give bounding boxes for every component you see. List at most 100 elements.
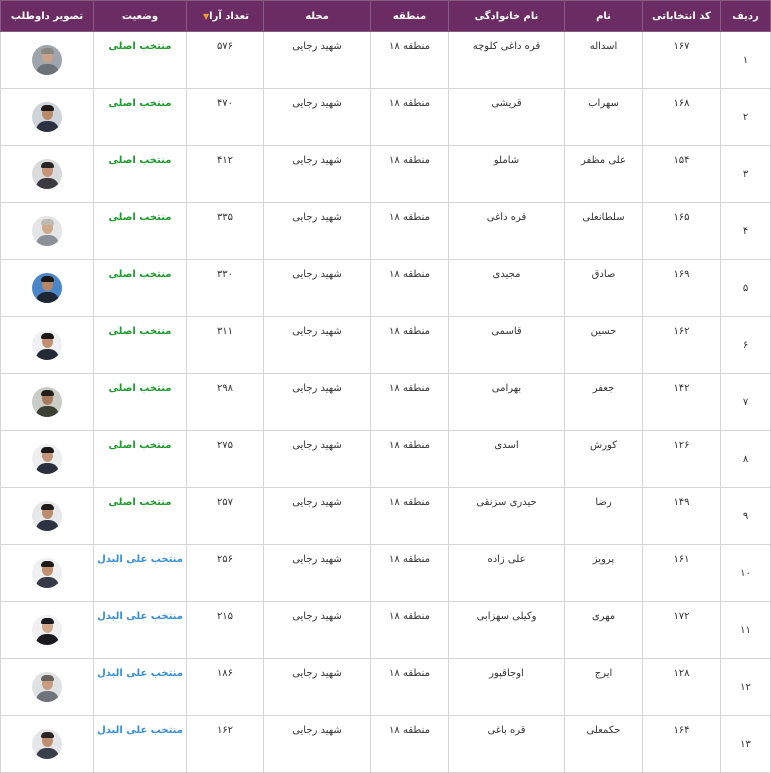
cell-neighborhood: شهید رجایی: [263, 88, 371, 146]
cell-district: منطقه ۱۸: [370, 601, 449, 659]
cell-neighborhood: شهید رجایی: [263, 430, 371, 488]
cell-photo: [0, 316, 94, 374]
header-row-number[interactable]: ردیف: [720, 0, 771, 32]
cell-first-name: سهراب: [564, 88, 643, 146]
cell-first-name: جعفر: [564, 373, 643, 431]
candidate-photo-icon[interactable]: [32, 615, 62, 645]
cell-first-name: ایرج: [564, 658, 643, 716]
cell-photo: [0, 145, 94, 203]
table-row: ۲ ۱۶۸ سهراب قریشی منطقه ۱۸ شهید رجایی ۴۷۰ منتخب…: [0, 88, 771, 146]
cell-code: ۱۶۸: [642, 88, 721, 146]
cell-last-name: اسدی: [448, 430, 565, 488]
cell-code: ۱۶۹: [642, 259, 721, 317]
cell-neighborhood: شهید رجایی: [263, 31, 371, 89]
header-district[interactable]: منطقه: [370, 0, 449, 32]
table-row: ۱۳ ۱۶۴ حکمعلی قره باغی منطقه ۱۸ شهید رجایی ۱۶۲…: [0, 715, 771, 773]
cell-first-name: کورش: [564, 430, 643, 488]
cell-row-number: ۱۳: [720, 715, 771, 773]
cell-photo: [0, 430, 94, 488]
cell-status: منتخب اصلی: [93, 430, 187, 488]
cell-code: ۱۶۱: [642, 544, 721, 602]
cell-status: منتخب اصلی: [93, 373, 187, 431]
cell-district: منطقه ۱۸: [370, 88, 449, 146]
candidate-photo-icon[interactable]: [32, 102, 62, 132]
cell-first-name: رضا: [564, 487, 643, 545]
cell-district: منطقه ۱۸: [370, 259, 449, 317]
cell-row-number: ۵: [720, 259, 771, 317]
cell-code: ۱۴۲: [642, 373, 721, 431]
cell-district: منطقه ۱۸: [370, 658, 449, 716]
cell-first-name: اسداله: [564, 31, 643, 89]
header-last-name[interactable]: نام خانوادگی: [448, 0, 565, 32]
header-votes[interactable]: تعداد آرا▼: [186, 0, 264, 32]
cell-photo: [0, 601, 94, 659]
table-row: ۱۰ ۱۶۱ پرویز علی زاده منطقه ۱۸ شهید رجایی ۲۵۶ م…: [0, 544, 771, 602]
cell-first-name: حکمعلی: [564, 715, 643, 773]
cell-first-name: علی مظفر: [564, 145, 643, 203]
cell-district: منطقه ۱۸: [370, 715, 449, 773]
cell-votes: ۲۵۷: [186, 487, 264, 545]
cell-last-name: اوجاقپور: [448, 658, 565, 716]
cell-photo: [0, 715, 94, 773]
cell-last-name: قره داغی کلوچه: [448, 31, 565, 89]
cell-neighborhood: شهید رجایی: [263, 601, 371, 659]
cell-votes: ۱۸۶: [186, 658, 264, 716]
cell-votes: ۲۱۵: [186, 601, 264, 659]
cell-neighborhood: شهید رجایی: [263, 259, 371, 317]
candidate-photo-icon[interactable]: [32, 159, 62, 189]
table-row: ۶ ۱۶۲ حسین قاسمی منطقه ۱۸ شهید رجایی ۳۱۱ منتخب …: [0, 316, 771, 374]
cell-row-number: ۱: [720, 31, 771, 89]
candidate-photo-icon[interactable]: [32, 330, 62, 360]
table-row: ۱۲ ۱۲۸ ایرج اوجاقپور منطقه ۱۸ شهید رجایی ۱۸۶ من…: [0, 658, 771, 716]
cell-first-name: صادق: [564, 259, 643, 317]
table-row: ۹ ۱۴۹ رضا حیدری سزنقی منطقه ۱۸ شهید رجایی ۲۵۷ م…: [0, 487, 771, 545]
header-code[interactable]: کد انتخاباتی: [642, 0, 721, 32]
cell-row-number: ۱۰: [720, 544, 771, 602]
cell-district: منطقه ۱۸: [370, 373, 449, 431]
cell-code: ۱۴۹: [642, 487, 721, 545]
table-row: ۱۱ ۱۷۲ مهری وکیلی سهزابی منطقه ۱۸ شهید رجایی ۲…: [0, 601, 771, 659]
cell-votes: ۵۷۶: [186, 31, 264, 89]
cell-last-name: شاملو: [448, 145, 565, 203]
cell-code: ۱۶۵: [642, 202, 721, 260]
cell-photo: [0, 88, 94, 146]
cell-district: منطقه ۱۸: [370, 316, 449, 374]
cell-neighborhood: شهید رجایی: [263, 658, 371, 716]
candidate-photo-icon[interactable]: [32, 45, 62, 75]
cell-status: منتخب اصلی: [93, 316, 187, 374]
table-row: ۵ ۱۶۹ صادق مجیدی منطقه ۱۸ شهید رجایی ۳۳۰ منتخب …: [0, 259, 771, 317]
header-votes-label: تعداد آرا: [209, 10, 249, 22]
cell-votes: ۴۱۲: [186, 145, 264, 203]
cell-row-number: ۳: [720, 145, 771, 203]
cell-district: منطقه ۱۸: [370, 544, 449, 602]
cell-first-name: پرویز: [564, 544, 643, 602]
header-neighborhood[interactable]: محله: [263, 0, 371, 32]
cell-row-number: ۷: [720, 373, 771, 431]
cell-votes: ۴۷۰: [186, 88, 264, 146]
cell-votes: ۳۱۱: [186, 316, 264, 374]
candidate-photo-icon[interactable]: [32, 729, 62, 759]
cell-neighborhood: شهید رجایی: [263, 715, 371, 773]
candidate-photo-icon[interactable]: [32, 216, 62, 246]
table-body: ۱ ۱۶۷ اسداله قره داغی کلوچه منطقه ۱۸ شهید رجا…: [0, 31, 771, 773]
header-status[interactable]: وضعیت: [93, 0, 187, 32]
cell-code: ۱۲۶: [642, 430, 721, 488]
candidate-photo-icon[interactable]: [32, 672, 62, 702]
candidate-photo-icon[interactable]: [32, 444, 62, 474]
cell-row-number: ۸: [720, 430, 771, 488]
candidate-photo-icon[interactable]: [32, 387, 62, 417]
header-photo[interactable]: تصویر داوطلب: [0, 0, 94, 32]
candidate-photo-icon[interactable]: [32, 273, 62, 303]
cell-status: منتخب علی البدل: [93, 601, 187, 659]
candidate-photo-icon[interactable]: [32, 501, 62, 531]
cell-district: منطقه ۱۸: [370, 145, 449, 203]
header-first-name[interactable]: نام: [564, 0, 643, 32]
cell-neighborhood: شهید رجایی: [263, 544, 371, 602]
cell-neighborhood: شهید رجایی: [263, 373, 371, 431]
cell-code: ۱۷۲: [642, 601, 721, 659]
cell-votes: ۱۶۲: [186, 715, 264, 773]
candidate-photo-icon[interactable]: [32, 558, 62, 588]
cell-status: منتخب علی البدل: [93, 544, 187, 602]
cell-votes: ۲۹۸: [186, 373, 264, 431]
cell-row-number: ۶: [720, 316, 771, 374]
